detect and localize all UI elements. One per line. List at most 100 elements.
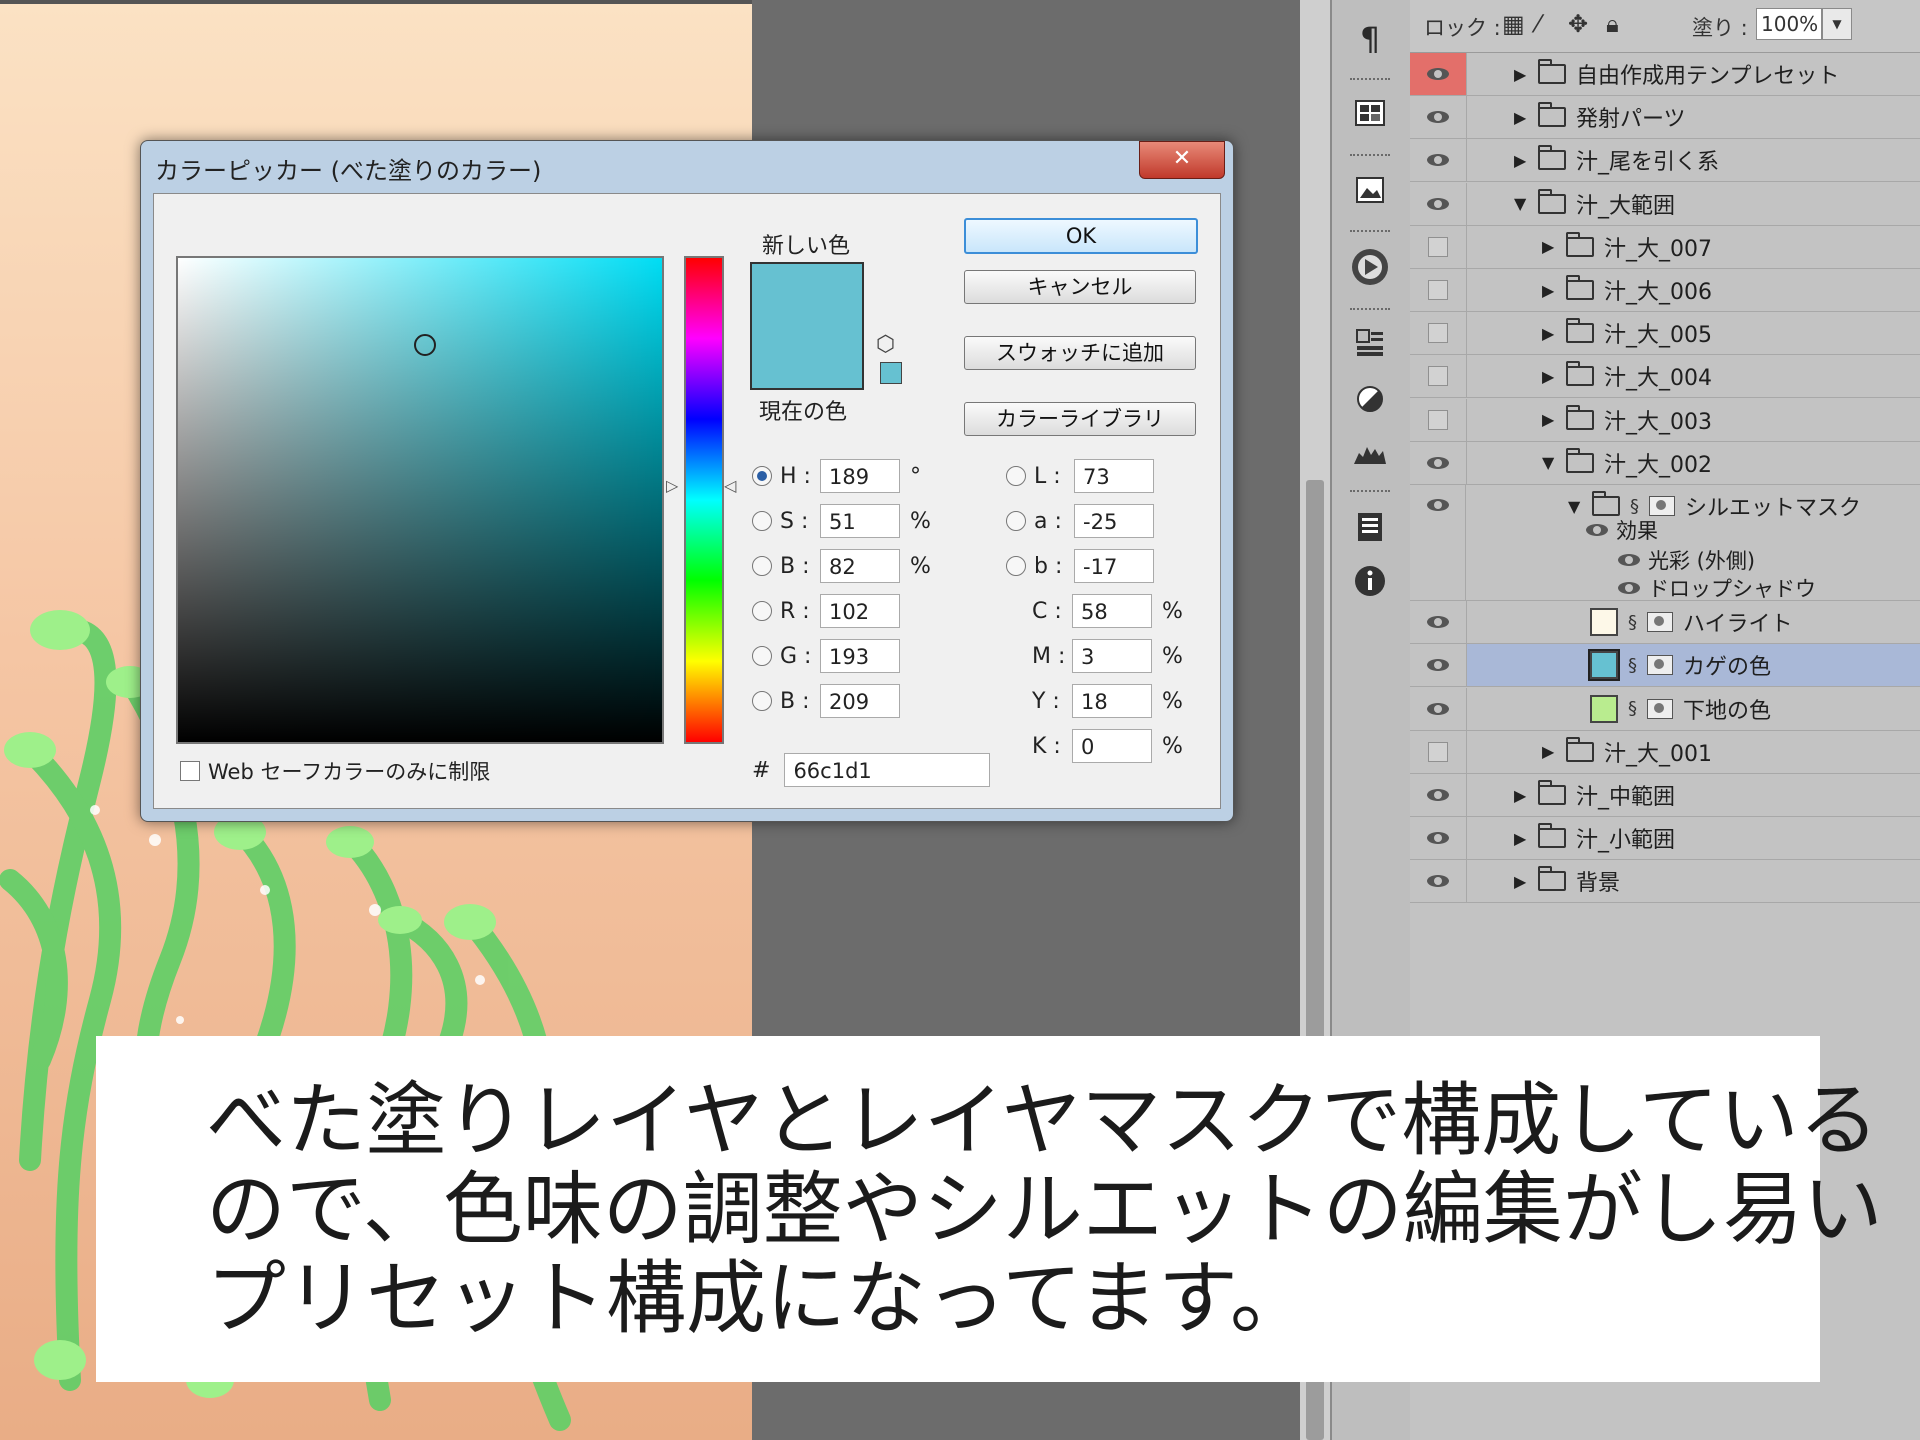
hsb-input[interactable]: 189 — [820, 459, 900, 493]
layer-mask-thumbnail[interactable] — [1647, 698, 1673, 719]
properties-panel-icon[interactable] — [1345, 318, 1395, 368]
layer-visibility-toggle[interactable] — [1410, 398, 1467, 441]
cmyk-input[interactable]: 0 — [1072, 729, 1152, 763]
ok-button[interactable]: OK — [964, 218, 1198, 254]
link-chain-icon[interactable]: § — [1628, 655, 1637, 676]
websafe-option[interactable]: Web セーフカラーのみに制限 — [180, 756, 490, 786]
adjustments-icon[interactable] — [1345, 374, 1395, 424]
color-libraries-button[interactable]: カラーライブラリ — [964, 402, 1196, 436]
eye-icon[interactable] — [1618, 554, 1640, 566]
layer-visibility-toggle[interactable] — [1410, 860, 1467, 903]
hsb-input[interactable]: 51 — [820, 504, 900, 538]
histogram-icon[interactable] — [1345, 428, 1395, 478]
hsb-input[interactable]: 82 — [820, 549, 900, 583]
effect-outer-glow[interactable]: 光彩 (外側) — [1618, 545, 1755, 575]
cmyk-input[interactable]: 58 — [1072, 594, 1152, 628]
add-to-swatches-button[interactable]: スウォッチに追加 — [964, 336, 1196, 370]
dock-grip[interactable] — [1350, 230, 1390, 236]
color-picker-cursor[interactable] — [413, 334, 436, 357]
layer-mask-thumbnail[interactable] — [1649, 496, 1675, 516]
layer-visibility-toggle[interactable] — [1410, 139, 1467, 182]
layer-row[interactable]: ▶ 汁_尾を引く系 — [1410, 139, 1920, 183]
lab-radio[interactable] — [1006, 466, 1026, 486]
expand-arrow-icon[interactable]: ▶ — [1514, 829, 1528, 848]
layer-visibility-toggle[interactable] — [1410, 312, 1467, 355]
cmyk-input[interactable]: 18 — [1072, 684, 1152, 718]
collapse-arrow-icon[interactable]: ▼ — [1514, 194, 1528, 213]
collapse-arrow-icon[interactable]: ▼ — [1568, 497, 1582, 516]
fill-color-thumbnail[interactable] — [1590, 694, 1618, 723]
layer-row[interactable]: § カゲの色 — [1410, 644, 1920, 688]
notes-panel-icon[interactable] — [1345, 502, 1395, 552]
link-chain-icon[interactable]: § — [1628, 698, 1637, 719]
expand-arrow-icon[interactable]: ▶ — [1542, 281, 1556, 300]
layer-visibility-toggle[interactable] — [1410, 644, 1467, 687]
layer-row[interactable]: § 下地の色 — [1410, 687, 1920, 731]
layer-row[interactable]: ▶ 汁_大_006 — [1410, 269, 1920, 312]
image-panel-icon[interactable] — [1345, 164, 1395, 214]
expand-arrow-icon[interactable]: ▶ — [1514, 872, 1528, 891]
layer-row[interactable]: ▼ § シルエットマスク 効果 光彩 (外側) ドロップシャドウ — [1410, 485, 1920, 601]
layer-row[interactable]: § ハイライト — [1410, 601, 1920, 645]
web-safe-swatch[interactable] — [880, 362, 902, 384]
rgb-radio[interactable] — [752, 601, 772, 621]
hsb-radio[interactable] — [752, 556, 772, 576]
hue-slider-left-arrow-icon[interactable]: ▷ — [666, 476, 678, 495]
fill-dropdown-button[interactable]: ▼ — [1822, 8, 1852, 40]
dock-grip[interactable] — [1350, 154, 1390, 160]
expand-arrow-icon[interactable]: ▶ — [1514, 108, 1528, 127]
lab-input[interactable]: -17 — [1074, 549, 1154, 583]
layer-row[interactable]: ▶ 汁_大_007 — [1410, 225, 1920, 269]
layer-row[interactable]: ▶ 自由作成用テンプレセット — [1410, 53, 1920, 96]
lab-radio[interactable] — [1006, 511, 1026, 531]
layer-row[interactable]: ▼ 汁_大範囲 — [1410, 182, 1920, 226]
layer-row[interactable]: ▶ 発射パーツ — [1410, 96, 1920, 140]
expand-arrow-icon[interactable]: ▶ — [1542, 410, 1556, 429]
websafe-checkbox[interactable] — [180, 761, 200, 781]
rgb-input[interactable]: 102 — [820, 594, 900, 628]
eye-icon[interactable] — [1586, 524, 1608, 536]
expand-arrow-icon[interactable]: ▶ — [1542, 237, 1556, 256]
layer-row[interactable]: ▶ 汁_大_003 — [1410, 398, 1920, 442]
rgb-radio[interactable] — [752, 646, 772, 666]
fill-color-thumbnail[interactable] — [1590, 608, 1618, 637]
layer-visibility-toggle[interactable] — [1410, 53, 1467, 95]
rgb-input[interactable]: 193 — [820, 639, 900, 673]
dock-grip[interactable] — [1350, 308, 1390, 314]
dock-grip[interactable] — [1350, 490, 1390, 496]
eye-icon[interactable] — [1618, 582, 1640, 594]
lab-radio[interactable] — [1006, 556, 1026, 576]
hex-input[interactable]: 66c1d1 — [784, 753, 991, 787]
lock-transparency-icon[interactable]: ▦ — [1502, 10, 1525, 38]
layer-mask-thumbnail[interactable] — [1647, 655, 1673, 676]
layer-visibility-toggle[interactable] — [1410, 182, 1467, 225]
fill-color-thumbnail[interactable] — [1588, 649, 1620, 682]
hue-slider-right-arrow-icon[interactable]: ◁ — [724, 476, 736, 495]
effects-label[interactable]: 効果 — [1586, 515, 1658, 545]
lab-input[interactable]: 73 — [1074, 459, 1154, 493]
hsb-radio[interactable] — [752, 511, 772, 531]
expand-arrow-icon[interactable]: ▶ — [1542, 324, 1556, 343]
layer-visibility-toggle[interactable] — [1410, 225, 1467, 268]
layer-visibility-toggle[interactable] — [1410, 269, 1467, 311]
layer-row[interactable]: ▶ 汁_大_001 — [1410, 730, 1920, 774]
rgb-radio[interactable] — [752, 691, 772, 711]
cancel-button[interactable]: キャンセル — [964, 270, 1196, 304]
saturation-brightness-field[interactable] — [176, 256, 664, 744]
layer-mask-thumbnail[interactable] — [1647, 612, 1673, 633]
expand-arrow-icon[interactable]: ▶ — [1514, 786, 1528, 805]
layer-row[interactable]: ▶ 汁_大_004 — [1410, 355, 1920, 399]
lock-all-icon[interactable]: 🔒︎ — [1606, 10, 1619, 38]
hue-slider[interactable] — [684, 256, 724, 744]
layer-row[interactable]: ▼ 汁_大_002 — [1410, 441, 1920, 485]
link-chain-icon[interactable]: § — [1630, 496, 1639, 517]
layer-visibility-toggle[interactable] — [1410, 601, 1467, 644]
layer-visibility-toggle[interactable] — [1410, 485, 1466, 600]
expand-arrow-icon[interactable]: ▶ — [1514, 65, 1528, 84]
dock-grip[interactable] — [1350, 78, 1390, 84]
layer-row[interactable]: ▶ 汁_中範囲 — [1410, 774, 1920, 817]
paragraph-icon[interactable]: ¶ — [1345, 14, 1395, 64]
close-button[interactable]: ✕ — [1139, 141, 1225, 179]
link-chain-icon[interactable]: § — [1628, 612, 1637, 633]
fill-opacity-input[interactable]: 100% — [1756, 8, 1822, 40]
